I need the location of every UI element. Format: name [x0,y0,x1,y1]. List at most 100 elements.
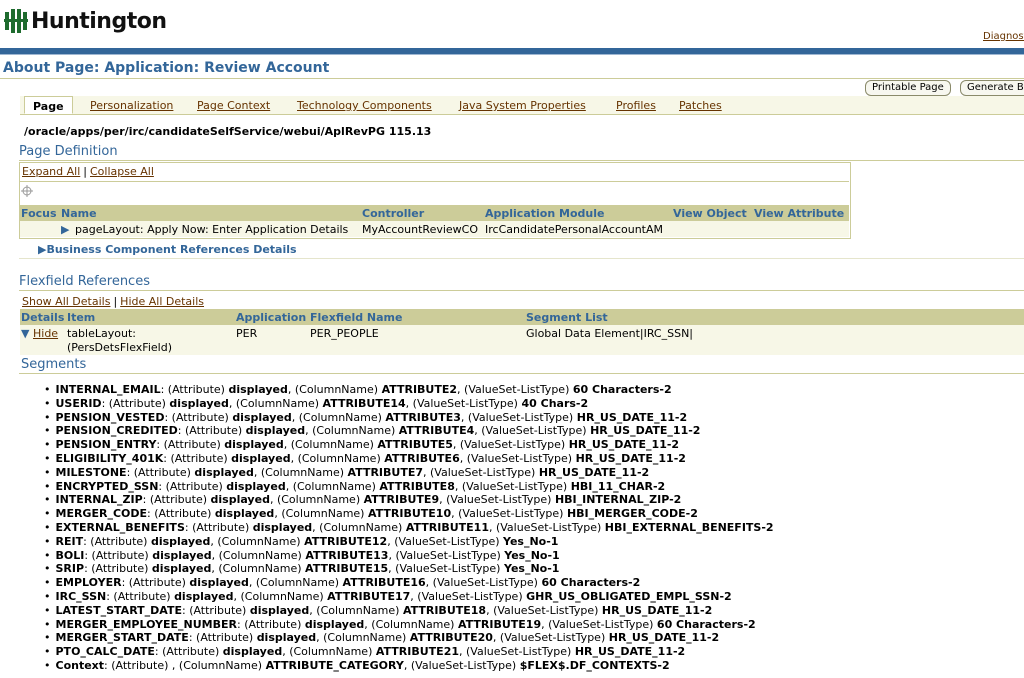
printable-page-button[interactable]: Printable Page [865,80,951,96]
segment-item: MERGER_EMPLOYEE_NUMBER: (Attribute) disp… [44,618,774,632]
displayed-flag: displayed [224,438,284,452]
column-label: (ColumnName) [218,548,302,562]
valueset-label: (ValueSet-ListType) [395,562,501,576]
valueset-label: (ValueSet-ListType) [430,465,536,479]
valueset-label: (ValueSet-ListType) [466,645,572,659]
tab-page-context[interactable]: Page Context [197,99,270,112]
displayed-flag: displayed [226,479,286,493]
displayed-flag: displayed [245,424,306,438]
col-controller: Controller [362,207,425,220]
generate-button[interactable]: Generate B [960,80,1024,96]
tab-technology-components[interactable]: Technology Components [297,99,432,112]
segment-name: REIT [55,534,84,548]
column-name: ATTRIBUTE9 [363,493,440,507]
column-name: ATTRIBUTE12 [304,534,388,548]
column-label: (ColumnName) [371,617,455,631]
attr-label: (Attribute) [90,534,148,548]
page-definition-rule [19,160,1024,161]
attr-label: (Attribute) [171,410,229,424]
expand-triangle-icon[interactable]: ▶ [61,223,69,236]
valueset-label: (ValueSet-ListType) [410,658,517,672]
row-application-module: IrcCandidatePersonalAccountAM [485,223,663,236]
segment-name: INTERNAL_EMAIL [55,383,161,396]
column-name: ATTRIBUTE6 [384,451,460,465]
column-label: (ColumnName) [217,534,301,548]
segment-item: PENSION_VESTED: (Attribute) displayed, (… [44,411,774,425]
column-name: ATTRIBUTE3 [385,410,461,424]
attr-label: (Attribute) [189,603,247,617]
valueset-name: HBI_MERGER_CODE-2 [566,507,698,521]
valueset-name: Yes_No-1 [504,548,560,562]
focus-target-icon[interactable] [21,185,33,200]
displayed-flag: displayed [194,465,254,479]
column-label: (ColumnName) [319,520,403,534]
column-label: (ColumnName) [298,410,382,424]
attr-label: (Attribute) [162,645,220,659]
column-name: ATTRIBUTE_CATEGORY [265,658,404,672]
page-definition-inner-rule [20,181,849,182]
segment-name: USERID [55,396,102,410]
valueset-label: (ValueSet-ListType) [394,534,500,548]
flexfield-header-row: Details Item Application Flexfield Name … [20,309,1024,325]
tab-patches[interactable]: Patches [679,99,722,112]
column-label: (ColumnName) [178,658,263,672]
column-name: ATTRIBUTE2 [381,383,458,396]
column-label: (ColumnName) [294,383,379,396]
column-name: ATTRIBUTE20 [409,631,493,645]
collapse-all-link[interactable]: Collapse All [90,165,154,178]
segment-name: SRIP [55,562,85,576]
column-label: (ColumnName) [240,589,324,603]
business-component-references[interactable]: ▶Business Component References Details [38,243,297,256]
segment-name: PENSION_CREDITED [55,424,178,438]
column-label: (ColumnName) [281,507,365,521]
tab-page[interactable]: Page [24,96,73,114]
segment-item: EXTERNAL_BENEFITS: (Attribute) displayed… [44,521,774,535]
displayed-flag: displayed [228,383,288,396]
col-segment-list: Segment List [526,311,608,324]
attr-label: (Attribute) [108,396,166,410]
tab-personalization[interactable]: Personalization [90,99,173,112]
valueset-name: HBI_11_CHAR-2 [570,479,666,493]
segment-item: PENSION_CREDITED: (Attribute) displayed,… [44,424,774,438]
col-view-attribute: View Attribute [754,207,845,220]
segment-name: MILESTONE [55,465,127,479]
column-label: (ColumnName) [276,493,361,507]
segment-item: PTO_CALC_DATE: (Attribute) displayed, (C… [44,645,774,659]
tab-profiles[interactable]: Profiles [616,99,656,112]
tab-java-system-properties[interactable]: Java System Properties [459,99,586,112]
valueset-label: (ValueSet-ListType) [495,520,602,534]
collapse-triangle-icon[interactable]: ▼ [21,327,29,340]
logo-text: Huntington [31,8,167,34]
segment-name: INTERNAL_ZIP [55,493,143,507]
segment-name: MERGER_START_DATE [55,631,189,645]
displayed-flag: displayed [249,603,310,617]
valueset-label: (ValueSet-ListType) [459,438,566,452]
attr-label: (Attribute) [133,465,191,479]
column-name: ATTRIBUTE18 [402,603,487,617]
page-definition-header-row: Focus Name Controller Application Module… [20,205,849,221]
hide-all-details-link[interactable]: Hide All Details [120,295,204,308]
valueset-label: (ValueSet-ListType) [417,589,523,603]
segment-name: Context [55,658,105,672]
valueset-label: (ValueSet-ListType) [467,410,574,424]
column-name: ATTRIBUTE13 [305,548,389,562]
segment-item: MERGER_START_DATE: (Attribute) displayed… [44,631,774,645]
attr-label: (Attribute) [196,631,254,645]
attr-label: (Attribute) [167,383,225,396]
valueset-name: HBI_EXTERNAL_BENEFITS-2 [604,520,774,534]
segment-item: ENCRYPTED_SSN: (Attribute) displayed, (C… [44,480,774,494]
huntington-logo: Huntington [4,6,167,36]
column-label: (ColumnName) [316,603,400,617]
valueset-label: (ValueSet-ListType) [481,424,587,438]
hide-details-link[interactable]: Hide [33,327,58,340]
attr-label: (Attribute) [91,548,149,562]
attr-label: (Attribute) [149,493,208,507]
expand-all-link[interactable]: Expand All [22,165,80,178]
diagnostics-link[interactable]: Diagnost [983,31,1024,42]
segments-list: INTERNAL_EMAIL: (Attribute) displayed, (… [44,383,774,673]
segment-item: REIT: (Attribute) displayed, (ColumnName… [44,535,774,549]
show-all-details-link[interactable]: Show All Details [22,295,110,308]
page-definition-row: ▶ pageLayout: Apply Now: Enter Applicati… [20,221,849,237]
valueset-name: $FLEX$.DF_CONTEXTS-2 [519,658,670,672]
column-name: ATTRIBUTE8 [379,479,455,493]
